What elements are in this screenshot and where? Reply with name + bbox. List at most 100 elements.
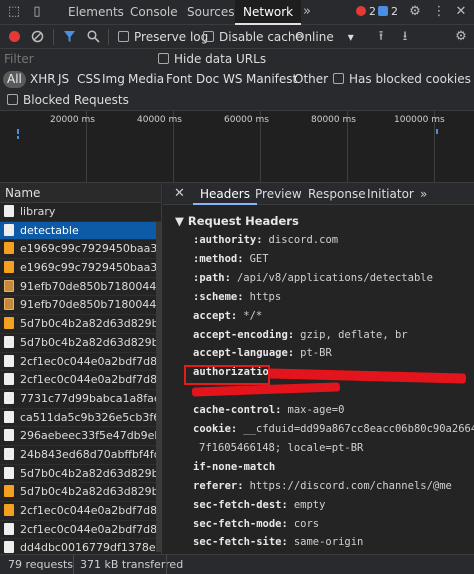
type-filter-xhr[interactable]: XHR [30, 71, 56, 88]
tab-console[interactable]: Console [122, 0, 186, 25]
export-har-icon[interactable]: ⭳ [398, 30, 412, 44]
filter-input[interactable] [4, 51, 154, 67]
status-divider [166, 555, 167, 574]
more-detail-tabs-icon[interactable]: » [413, 183, 434, 205]
type-filter-media[interactable]: Media [128, 71, 164, 88]
record-icon[interactable] [7, 30, 21, 44]
has-blocked-cookies-checkbox[interactable]: Has blocked cookies [333, 71, 471, 87]
request-row[interactable]: 5d7b0c4b2a82d63d829b6ea5... [0, 315, 161, 334]
document-file-icon [4, 466, 14, 479]
preserve-log-checkbox[interactable]: Preserve log [118, 29, 208, 45]
disable-cache-checkbox[interactable]: Disable cache [203, 29, 303, 45]
tab-network[interactable]: Network [235, 0, 302, 25]
name-column-header[interactable]: Name [0, 183, 162, 203]
image-file-icon [4, 298, 14, 311]
request-row[interactable]: 24b843ed68d70abffbf4fdab9b... [0, 446, 161, 465]
request-list[interactable]: library detectable e1969c99c7929450baa3c88… [0, 203, 162, 554]
request-row[interactable]: 2cf1ec0c044e0a2bdf7d818a1c... [0, 371, 161, 390]
throttling-select[interactable]: Online ▾ [295, 29, 354, 45]
filter-icon[interactable] [62, 30, 76, 44]
header-value: https://discord.com/channels/@me [249, 479, 452, 492]
script-file-icon [4, 485, 14, 498]
request-row[interactable]: library [0, 203, 161, 222]
type-filter-manifest[interactable]: Manifest [246, 71, 297, 88]
script-file-icon [4, 261, 14, 274]
message-icon [378, 6, 388, 16]
type-filter-other[interactable]: Other [294, 71, 328, 88]
more-options-icon[interactable]: ⋮ [432, 5, 446, 19]
search-icon[interactable] [86, 30, 100, 44]
tab-initiator[interactable]: Initiator [360, 183, 421, 205]
request-name: 296aebeec33f5e47db9ebbee... [20, 429, 161, 443]
request-row[interactable]: dd4dbc0016779df1378e7812e... [0, 539, 161, 554]
request-row[interactable]: e1969c99c7929450baa3c88fa... [0, 240, 161, 260]
type-filter-doc[interactable]: Doc [196, 71, 219, 88]
clear-icon[interactable] [30, 30, 44, 44]
request-name: 2cf1ec0c044e0a2bdf7d818a1c... [20, 522, 161, 536]
header-name: :authority: [193, 234, 263, 246]
request-row[interactable]: 91efb70de850b7180044d04d... [0, 296, 161, 316]
request-row[interactable]: 7731c77d99babca1a8faec204... [0, 390, 161, 409]
request-row[interactable]: 2cf1ec0c044e0a2bdf7d818a1c... [0, 521, 161, 540]
error-icon [356, 6, 366, 16]
type-filter-css[interactable]: CSS [77, 71, 101, 88]
request-row[interactable]: 5d7b0c4b2a82d63d829b6ea5... [0, 483, 161, 502]
request-bar [17, 136, 19, 139]
request-row[interactable]: ca511da5c9b326e5cb3f6befa... [0, 409, 161, 428]
document-file-icon [4, 410, 14, 423]
checkbox-box [203, 31, 214, 42]
request-row[interactable]: 2cf1ec0c044e0a2bdf7d818a1c... [0, 502, 161, 521]
request-row[interactable]: 5d7b0c4b2a82d63d829b6ea5... [0, 334, 161, 353]
request-name: 2cf1ec0c044e0a2bdf7d818a1c... [20, 354, 161, 368]
import-har-icon[interactable]: ⭱ [374, 30, 388, 44]
type-filter-font[interactable]: Font [166, 71, 192, 88]
close-detail-icon[interactable]: ✕ [167, 183, 192, 205]
request-name: e1969c99c7929450baa3c88fa... [20, 261, 161, 275]
tab-preview[interactable]: Preview [248, 183, 309, 205]
inspect-element-icon[interactable]: ⬚ [7, 5, 21, 19]
request-name: library [20, 205, 56, 218]
request-row[interactable]: 296aebeec33f5e47db9ebbee... [0, 427, 161, 446]
request-headers-section-title[interactable]: ▼ Request Headers [175, 214, 299, 228]
request-row[interactable]: detectable [0, 221, 161, 241]
network-settings-gear-icon[interactable]: ⚙ [454, 30, 468, 44]
status-divider [73, 555, 74, 574]
type-filter-img[interactable]: Img [102, 71, 125, 88]
more-tabs-icon[interactable]: » [300, 5, 314, 19]
errors-badge[interactable]: 2 [356, 4, 376, 20]
request-header-row: sec-fetch-dest: empty [193, 499, 325, 511]
request-name: 5d7b0c4b2a82d63d829b6ea5... [20, 485, 161, 499]
request-name: e1969c99c7929450baa3c88fa... [20, 242, 161, 256]
header-name: sec-fetch-dest: [193, 498, 288, 511]
checkbox-box [333, 73, 344, 84]
header-value: https [249, 290, 282, 303]
request-list-scrollbar[interactable] [156, 222, 161, 552]
request-header-row: :scheme: https [193, 291, 281, 303]
document-file-icon [4, 429, 14, 442]
type-filter-ws[interactable]: WS [223, 71, 242, 88]
highlight-box [184, 365, 270, 385]
request-row[interactable]: e1969c99c7929450baa3c88fa... [0, 259, 161, 278]
close-icon[interactable]: ✕ [454, 5, 468, 19]
hide-data-urls-checkbox[interactable]: Hide data URLs [158, 51, 266, 67]
header-name: sec-fetch-site: [193, 536, 288, 549]
blocked-requests-checkbox[interactable]: Blocked Requests [7, 92, 129, 108]
settings-gear-icon[interactable]: ⚙ [408, 5, 422, 19]
header-name: :method: [193, 252, 244, 265]
request-header-row: :method: GET [193, 253, 269, 265]
request-row[interactable]: 91efb70de850b7180044d04d... [0, 278, 161, 297]
tab-sources[interactable]: Sources [179, 0, 242, 25]
request-row[interactable]: 2cf1ec0c044e0a2bdf7d818a1c... [0, 353, 161, 372]
device-toolbar-icon[interactable]: ▯ [30, 5, 44, 19]
network-overview-timeline[interactable]: 20000 ms 40000 ms 60000 ms 80000 ms 1000… [0, 111, 474, 183]
type-filter-js[interactable]: JS [58, 71, 69, 88]
document-file-icon [4, 447, 14, 460]
messages-badge[interactable]: 2 [378, 4, 398, 20]
request-header-row: accept: */* [193, 310, 262, 322]
filter-row: Hide data URLs [0, 49, 474, 69]
request-header-row: :authority: discord.com [193, 234, 338, 246]
request-row[interactable]: 5d7b0c4b2a82d63d829b6ea5... [0, 465, 161, 484]
request-header-row: cache-control: max-age=0 [193, 404, 344, 416]
type-filter-all[interactable]: All [3, 71, 26, 88]
request-header-row: referer: https://discord.com/channels/@me [193, 480, 452, 492]
